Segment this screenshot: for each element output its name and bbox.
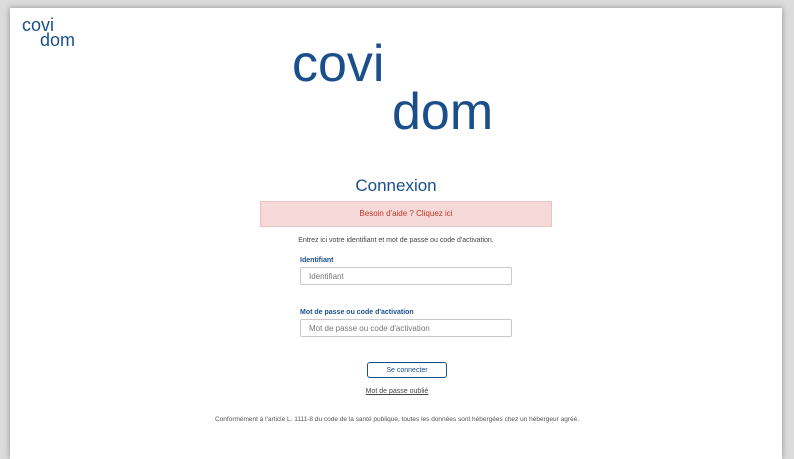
forgot-password-link[interactable]: Mot de passe oublié <box>0 388 794 395</box>
password-input[interactable] <box>300 319 512 337</box>
legal-footer: Conformément à l'article L. 1111-8 du co… <box>214 416 580 423</box>
page-frame: covi dom covi dom Connexion Besoin d'aid… <box>10 8 782 459</box>
logo-large-line2: dom <box>392 83 494 141</box>
help-banner-link[interactable]: Besoin d'aide ? Cliquez ici <box>260 201 552 227</box>
covidom-logo-large: covi dom <box>292 35 494 141</box>
identifiant-label: Identifiant <box>300 257 334 264</box>
login-button[interactable]: Se connecter <box>367 362 447 378</box>
page-title: Connexion <box>355 176 437 195</box>
logo-large-line1: covi <box>292 35 385 93</box>
logo-small-line2: dom <box>40 30 76 50</box>
password-label: Mot de passe ou code d'activation <box>300 309 414 316</box>
covidom-logo-small: covi dom <box>22 16 76 50</box>
identifiant-input[interactable] <box>300 267 512 285</box>
login-instructions: Entrez ici votre identifiant et mot de p… <box>298 237 494 244</box>
